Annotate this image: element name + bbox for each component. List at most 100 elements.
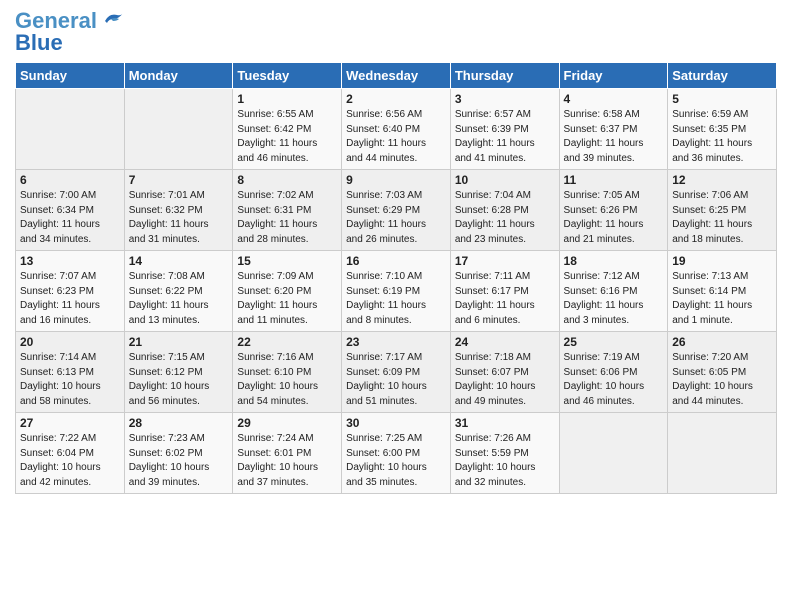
dow-header: Monday [124,63,233,89]
calendar-cell: 12 Sunrise: 7:06 AM Sunset: 6:25 PM Dayli… [668,170,777,251]
calendar-cell: 18 Sunrise: 7:12 AM Sunset: 6:16 PM Dayli… [559,251,668,332]
day-info: Sunrise: 7:01 AM Sunset: 6:32 PM Dayligh… [129,189,229,247]
day-number: 9 [346,173,446,187]
day-number: 18 [564,254,664,268]
calendar-cell: 22 Sunrise: 7:16 AM Sunset: 6:10 PM Dayli… [233,332,342,413]
day-info: Sunrise: 6:59 AM Sunset: 6:35 PM Dayligh… [672,108,772,166]
logo-bird-icon [101,11,125,31]
day-number: 7 [129,173,229,187]
day-number: 30 [346,416,446,430]
day-number: 11 [564,173,664,187]
day-info: Sunrise: 7:14 AM Sunset: 6:13 PM Dayligh… [20,351,120,409]
calendar-cell: 7 Sunrise: 7:01 AM Sunset: 6:32 PM Daylig… [124,170,233,251]
day-number: 31 [455,416,555,430]
day-info: Sunrise: 7:08 AM Sunset: 6:22 PM Dayligh… [129,270,229,328]
calendar-cell: 4 Sunrise: 6:58 AM Sunset: 6:37 PM Daylig… [559,89,668,170]
day-info: Sunrise: 7:17 AM Sunset: 6:09 PM Dayligh… [346,351,446,409]
calendar-cell: 10 Sunrise: 7:04 AM Sunset: 6:28 PM Dayli… [450,170,559,251]
day-info: Sunrise: 7:25 AM Sunset: 6:00 PM Dayligh… [346,432,446,490]
calendar-cell: 15 Sunrise: 7:09 AM Sunset: 6:20 PM Dayli… [233,251,342,332]
dow-header: Saturday [668,63,777,89]
logo-text: GeneralBlue [15,10,97,54]
calendar-cell: 6 Sunrise: 7:00 AM Sunset: 6:34 PM Daylig… [16,170,125,251]
calendar-cell: 31 Sunrise: 7:26 AM Sunset: 5:59 PM Dayli… [450,413,559,494]
day-info: Sunrise: 7:04 AM Sunset: 6:28 PM Dayligh… [455,189,555,247]
day-info: Sunrise: 7:12 AM Sunset: 6:16 PM Dayligh… [564,270,664,328]
day-info: Sunrise: 7:20 AM Sunset: 6:05 PM Dayligh… [672,351,772,409]
day-info: Sunrise: 7:23 AM Sunset: 6:02 PM Dayligh… [129,432,229,490]
dow-header: Wednesday [342,63,451,89]
calendar-cell: 19 Sunrise: 7:13 AM Sunset: 6:14 PM Dayli… [668,251,777,332]
page-header: GeneralBlue [15,10,777,54]
calendar-cell: 13Sunrise: 7:07 AM Sunset: 6:23 PM Dayli… [16,251,125,332]
day-number: 26 [672,335,772,349]
day-number: 22 [237,335,337,349]
day-number: 4 [564,92,664,106]
day-number: 15 [237,254,337,268]
day-info: Sunrise: 7:09 AM Sunset: 6:20 PM Dayligh… [237,270,337,328]
day-info: Sunrise: 6:57 AM Sunset: 6:39 PM Dayligh… [455,108,555,166]
day-number: 24 [455,335,555,349]
day-number: 14 [129,254,229,268]
day-info: Sunrise: 7:19 AM Sunset: 6:06 PM Dayligh… [564,351,664,409]
day-number: 16 [346,254,446,268]
day-number: 1 [237,92,337,106]
day-info: Sunrise: 7:26 AM Sunset: 5:59 PM Dayligh… [455,432,555,490]
day-number: 29 [237,416,337,430]
day-info: Sunrise: 7:16 AM Sunset: 6:10 PM Dayligh… [237,351,337,409]
calendar-cell: 17 Sunrise: 7:11 AM Sunset: 6:17 PM Dayli… [450,251,559,332]
dow-header: Friday [559,63,668,89]
day-info: Sunrise: 7:10 AM Sunset: 6:19 PM Dayligh… [346,270,446,328]
day-number: 12 [672,173,772,187]
calendar-cell: 9Sunrise: 7:03 AM Sunset: 6:29 PM Daylig… [342,170,451,251]
calendar-cell: 28 Sunrise: 7:23 AM Sunset: 6:02 PM Dayli… [124,413,233,494]
calendar-cell: 11Sunrise: 7:05 AM Sunset: 6:26 PM Dayli… [559,170,668,251]
logo: GeneralBlue [15,10,125,54]
calendar-cell: 3 Sunrise: 6:57 AM Sunset: 6:39 PM Daylig… [450,89,559,170]
calendar-cell: 23Sunrise: 7:17 AM Sunset: 6:09 PM Dayli… [342,332,451,413]
day-number: 28 [129,416,229,430]
day-info: Sunrise: 7:18 AM Sunset: 6:07 PM Dayligh… [455,351,555,409]
day-number: 8 [237,173,337,187]
calendar-cell: 21 Sunrise: 7:15 AM Sunset: 6:12 PM Dayli… [124,332,233,413]
day-number: 10 [455,173,555,187]
day-info: Sunrise: 6:55 AM Sunset: 6:42 PM Dayligh… [237,108,337,166]
calendar-cell [559,413,668,494]
dow-header: Tuesday [233,63,342,89]
calendar-cell: 24 Sunrise: 7:18 AM Sunset: 6:07 PM Dayli… [450,332,559,413]
day-number: 20 [20,335,120,349]
calendar-cell: 5 Sunrise: 6:59 AM Sunset: 6:35 PM Daylig… [668,89,777,170]
calendar-cell [16,89,125,170]
calendar-cell [124,89,233,170]
calendar-cell: 20 Sunrise: 7:14 AM Sunset: 6:13 PM Dayli… [16,332,125,413]
calendar-cell: 30 Sunrise: 7:25 AM Sunset: 6:00 PM Dayli… [342,413,451,494]
calendar-cell: 1 Sunrise: 6:55 AM Sunset: 6:42 PM Daylig… [233,89,342,170]
day-info: Sunrise: 7:15 AM Sunset: 6:12 PM Dayligh… [129,351,229,409]
calendar-cell: 8Sunrise: 7:02 AM Sunset: 6:31 PM Daylig… [233,170,342,251]
calendar-cell: 14 Sunrise: 7:08 AM Sunset: 6:22 PM Dayli… [124,251,233,332]
day-number: 25 [564,335,664,349]
day-number: 27 [20,416,120,430]
day-info: Sunrise: 7:22 AM Sunset: 6:04 PM Dayligh… [20,432,120,490]
day-info: Sunrise: 7:00 AM Sunset: 6:34 PM Dayligh… [20,189,120,247]
day-number: 6 [20,173,120,187]
calendar-cell [668,413,777,494]
day-info: Sunrise: 7:06 AM Sunset: 6:25 PM Dayligh… [672,189,772,247]
calendar-cell: 26 Sunrise: 7:20 AM Sunset: 6:05 PM Dayli… [668,332,777,413]
calendar-cell: 29Sunrise: 7:24 AM Sunset: 6:01 PM Dayli… [233,413,342,494]
calendar-cell: 2Sunrise: 6:56 AM Sunset: 6:40 PM Daylig… [342,89,451,170]
dow-header: Thursday [450,63,559,89]
day-number: 19 [672,254,772,268]
calendar-cell: 27 Sunrise: 7:22 AM Sunset: 6:04 PM Dayli… [16,413,125,494]
day-info: Sunrise: 7:11 AM Sunset: 6:17 PM Dayligh… [455,270,555,328]
day-info: Sunrise: 6:58 AM Sunset: 6:37 PM Dayligh… [564,108,664,166]
day-info: Sunrise: 6:56 AM Sunset: 6:40 PM Dayligh… [346,108,446,166]
day-info: Sunrise: 7:07 AM Sunset: 6:23 PM Dayligh… [20,270,120,328]
day-info: Sunrise: 7:13 AM Sunset: 6:14 PM Dayligh… [672,270,772,328]
day-number: 17 [455,254,555,268]
dow-header: Sunday [16,63,125,89]
day-number: 21 [129,335,229,349]
calendar-cell: 16 Sunrise: 7:10 AM Sunset: 6:19 PM Dayli… [342,251,451,332]
day-number: 3 [455,92,555,106]
day-number: 5 [672,92,772,106]
